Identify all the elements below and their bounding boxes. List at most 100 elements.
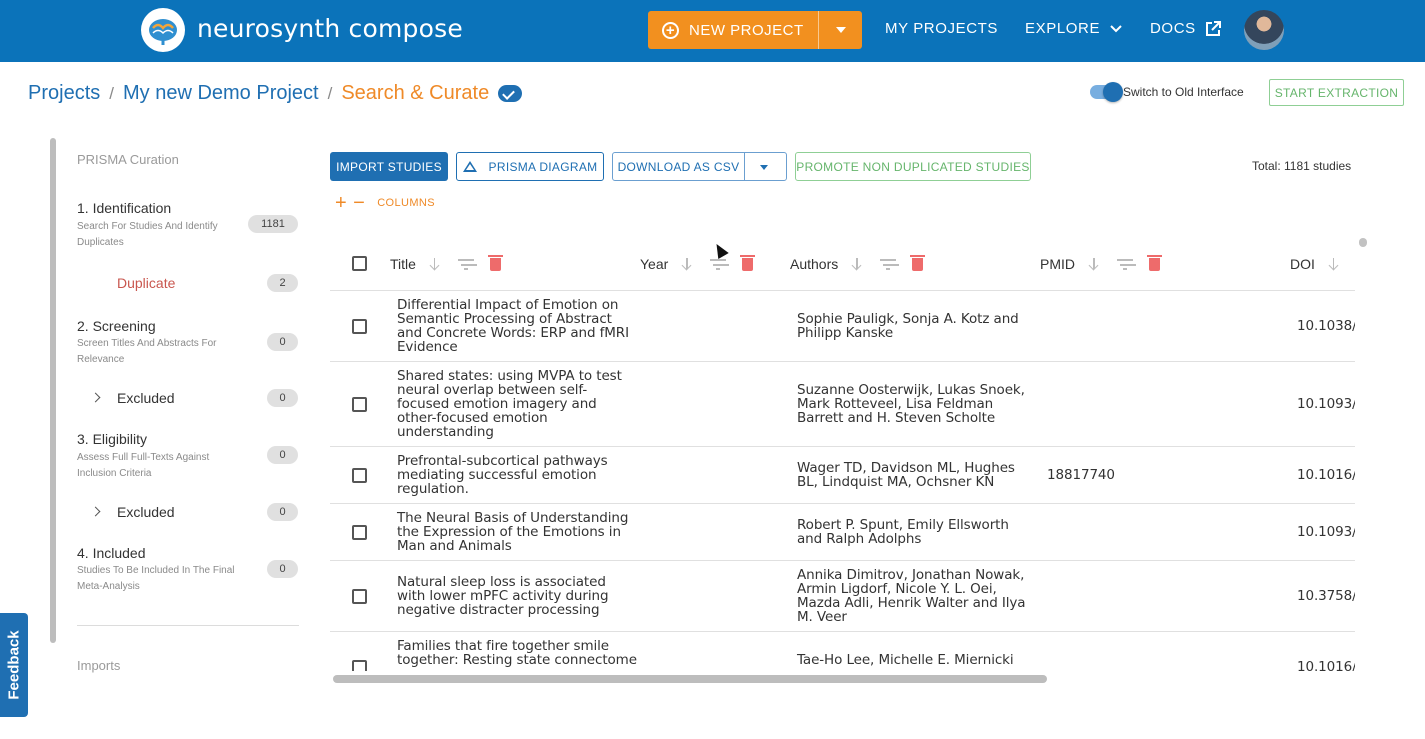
cell-title: Differential Impact of Emotion on Semant… [397, 298, 629, 354]
title-line: together: Resting state connectome [397, 652, 637, 668]
chevron-right-icon[interactable] [90, 392, 101, 403]
column-header-doi[interactable]: DOI [1290, 256, 1355, 272]
eligibility-excluded-count-badge: 0 [267, 503, 298, 521]
breadcrumb: Projects / My new Demo Project / Search … [28, 82, 523, 105]
cell-authors: Wager TD, Davidson ML, Hughes BL, Lindqu… [797, 461, 1015, 489]
delete-icon[interactable] [487, 254, 503, 271]
download-csv-button[interactable]: DOWNLOAD AS CSV [613, 160, 744, 174]
column-header-pmid[interactable]: PMID [1040, 254, 1162, 272]
prisma-diagram-button[interactable]: PRISMA DIAGRAM [456, 152, 604, 181]
sort-arrow-icon[interactable] [680, 257, 694, 271]
import-studies-button[interactable]: IMPORT STUDIES [330, 152, 448, 181]
total-studies-count: Total: 1181 studies [1252, 159, 1352, 173]
nav-my-projects[interactable]: MY PROJECTS [885, 20, 998, 37]
step-included[interactable]: 4. Included [77, 545, 146, 561]
cell-doi: 10.1016/ [1297, 659, 1355, 671]
row-checkbox[interactable] [352, 397, 367, 412]
table-row[interactable]: Prefrontal-subcortical pathways mediatin… [330, 447, 1355, 504]
sidebar-item-eligibility-excluded[interactable]: Excluded [117, 504, 175, 520]
row-checkbox[interactable] [352, 525, 367, 540]
filter-icon[interactable] [1117, 258, 1133, 270]
breadcrumb-separator: / [109, 83, 114, 103]
column-pmid-label: PMID [1040, 256, 1075, 272]
cell-doi: 10.1016/ [1297, 467, 1355, 483]
sidebar-item-duplicate[interactable]: Duplicate [117, 275, 175, 291]
filter-icon[interactable] [710, 258, 727, 270]
cloud-done-icon [498, 85, 523, 102]
nav-explore-label: EXPLORE [1025, 20, 1101, 37]
row-checkbox[interactable] [352, 319, 367, 334]
sort-arrow-icon[interactable] [428, 257, 442, 271]
table-row[interactable]: Natural sleep loss is associated with lo… [330, 561, 1355, 632]
title-line: Prefrontal-subcortical pathways [397, 453, 608, 469]
identification-count-badge: 1181 [248, 215, 298, 233]
delete-icon[interactable] [740, 254, 756, 271]
neurosynth-logo[interactable] [141, 8, 185, 52]
breadcrumb-project-name[interactable]: My new Demo Project [123, 82, 319, 105]
table-row[interactable]: The Neural Basis of Understanding the Ex… [330, 504, 1355, 561]
brand-name[interactable]: neurosynth compose [197, 14, 463, 43]
title-line: focused emotion imagery and [397, 396, 597, 412]
table-horizontal-scrollbar[interactable] [333, 675, 1047, 683]
authors-line: Armin Ligdorf, Nicole Y. L. Oei, [797, 581, 997, 597]
new-project-dropdown-button[interactable] [819, 11, 862, 49]
table-row[interactable]: Shared states: using MVPA to test neural… [330, 362, 1355, 447]
table-vertical-scrollbar[interactable] [1359, 238, 1367, 247]
nav-docs-label: DOCS [1150, 20, 1196, 37]
start-extraction-button[interactable]: START EXTRACTION [1269, 79, 1404, 106]
old-interface-toggle-label: Switch to Old Interface [1123, 85, 1244, 99]
column-header-year[interactable]: Year [640, 254, 756, 272]
nav-explore[interactable]: EXPLORE [1025, 20, 1122, 37]
sidebar-title: PRISMA Curation [77, 152, 179, 167]
sort-arrow-icon[interactable] [850, 257, 864, 271]
cell-title: Shared states: using MVPA to test neural… [397, 369, 622, 439]
breadcrumb-projects[interactable]: Projects [28, 82, 100, 105]
row-checkbox[interactable] [352, 589, 367, 604]
chevron-right-icon[interactable] [90, 506, 101, 517]
promote-non-duplicated-button[interactable]: PROMOTE NON DUPLICATED STUDIES [795, 152, 1031, 181]
column-authors-label: Authors [790, 256, 839, 272]
title-line: negative distracter processing [397, 602, 600, 618]
feedback-label: Feedback [5, 630, 23, 700]
toggle-knob [1103, 82, 1123, 102]
screening-count-badge: 0 [267, 333, 298, 351]
title-line: neural overlap between self- [397, 382, 588, 398]
triangle-icon [462, 161, 477, 172]
authors-line: BL, Lindquist MA, Ochsner KN [797, 474, 995, 490]
included-count-badge: 0 [267, 560, 298, 578]
sort-arrow-icon[interactable] [1327, 257, 1341, 271]
column-doi-label: DOI [1290, 256, 1315, 272]
filter-icon[interactable] [880, 258, 897, 270]
nav-docs[interactable]: DOCS [1150, 20, 1221, 37]
duplicate-count-badge: 2 [267, 274, 298, 292]
column-header-authors[interactable]: Authors [790, 254, 926, 272]
table-row[interactable]: Differential Impact of Emotion on Semant… [330, 291, 1355, 362]
user-avatar[interactable] [1244, 10, 1284, 50]
column-header-title[interactable]: Title [390, 254, 503, 272]
filter-icon[interactable] [457, 258, 474, 270]
row-checkbox[interactable] [352, 468, 367, 483]
new-project-button[interactable]: + NEW PROJECT [648, 11, 818, 49]
sort-arrow-icon[interactable] [1087, 257, 1101, 271]
download-csv-dropdown-icon[interactable] [760, 165, 768, 170]
row-checkbox[interactable] [352, 660, 367, 671]
step-identification[interactable]: 1. Identification [77, 200, 171, 216]
step-identification-desc: Search For Studies And Identify Duplicat… [77, 221, 218, 248]
authors-line: Suzanne Oosterwijk, Lukas Snoek, [797, 382, 1025, 398]
step-eligibility[interactable]: 3. Eligibility [77, 431, 147, 447]
step-screening[interactable]: 2. Screening [77, 318, 156, 334]
feedback-tab[interactable]: Feedback [0, 613, 28, 717]
sidebar-item-screening-excluded[interactable]: Excluded [117, 390, 175, 406]
add-column-icon[interactable]: + [335, 193, 347, 213]
table-row[interactable]: Families that fire together smile togeth… [330, 632, 1355, 671]
delete-icon[interactable] [1147, 254, 1162, 271]
table-header: Title Year Authors PMID DOI [330, 236, 1355, 291]
sidebar-scrollbar[interactable] [50, 138, 56, 643]
remove-column-icon[interactable]: − [353, 193, 365, 213]
title-line: the Expression of the Emotions in [397, 524, 621, 540]
cell-authors: Annika Dimitrov, Jonathan Nowak, Armin L… [797, 568, 1026, 624]
button-divider [744, 153, 745, 180]
old-interface-toggle[interactable] [1090, 82, 1123, 102]
delete-icon[interactable] [910, 254, 926, 271]
select-all-checkbox[interactable] [352, 256, 367, 271]
